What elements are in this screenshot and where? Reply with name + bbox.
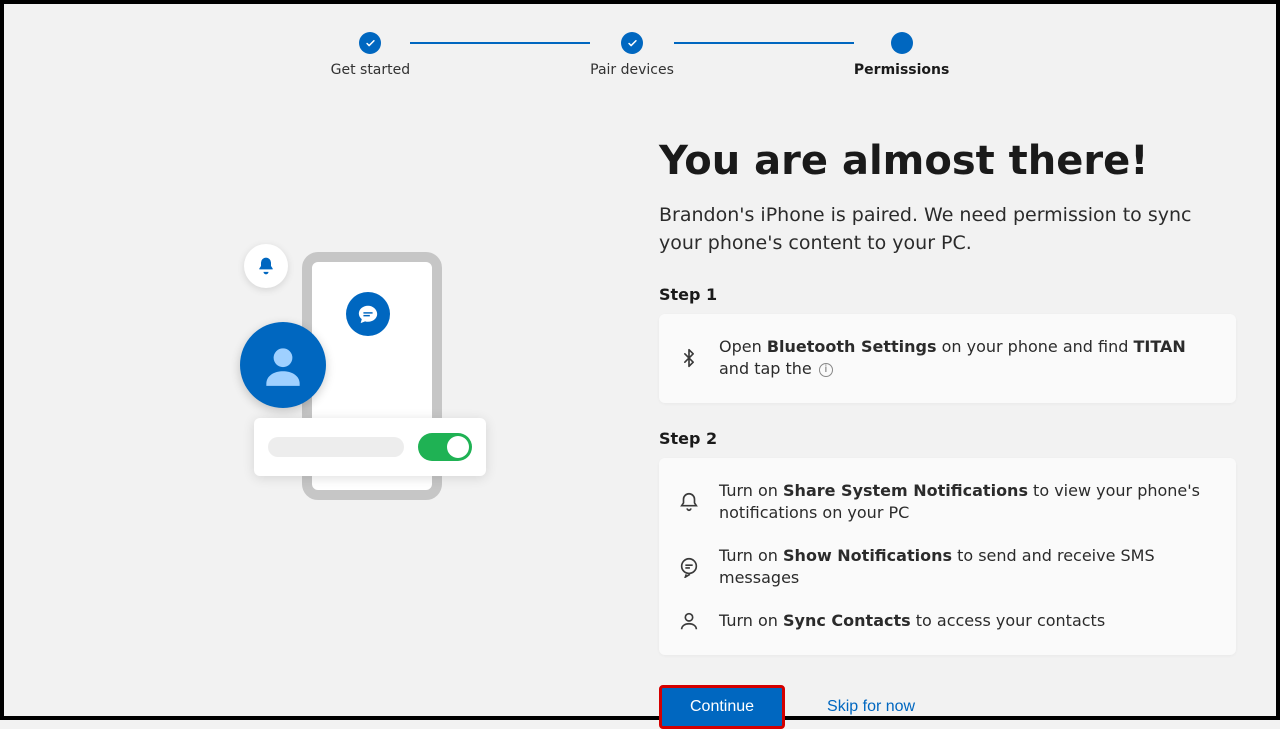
step-label: Get started [331,62,411,78]
info-icon[interactable]: i [819,363,833,377]
step1-text: Open Bluetooth Settings on your phone an… [719,336,1218,381]
message-icon [677,555,701,579]
placeholder-bar [268,437,404,457]
continue-button[interactable]: Continue [659,685,785,729]
step2-row: Turn on Show Notifications to send and r… [677,533,1218,598]
step-label: Pair devices [590,62,674,78]
step2-row: Turn on Share System Notifications to vi… [677,472,1218,533]
avatar-icon [240,322,326,408]
step2-row: Turn on Sync Contacts to access your con… [677,597,1218,641]
step-label: Permissions [854,62,949,78]
action-row: Continue Skip for now [659,685,1236,729]
step1-card: Open Bluetooth Settings on your phone an… [659,314,1236,403]
step-pair-devices: Pair devices [590,32,674,78]
step1-row: Open Bluetooth Settings on your phone an… [677,328,1218,389]
page-title: You are almost there! [659,138,1236,184]
contact-icon [677,609,701,633]
step2-row-text: Turn on Sync Contacts to access your con… [719,610,1105,632]
notification-icon [677,490,701,514]
bell-icon [244,244,288,288]
step2-card: Turn on Share System Notifications to vi… [659,458,1236,656]
check-icon [621,32,643,54]
step2-heading: Step 2 [659,429,1236,448]
chat-icon [346,292,390,336]
bluetooth-icon [677,346,701,370]
step2-row-text: Turn on Show Notifications to send and r… [719,545,1218,590]
page-subtitle: Brandon's iPhone is paired. We need perm… [659,202,1236,257]
check-icon [359,32,381,54]
step1-heading: Step 1 [659,285,1236,304]
dot-icon [891,32,913,54]
toggle-on-icon [418,433,472,461]
step2-row-text: Turn on Share System Notifications to vi… [719,480,1218,525]
step-permissions: Permissions [854,32,949,78]
stepper-connector [674,42,854,44]
phone-illustration [44,114,604,716]
toggle-card [254,418,486,476]
skip-button[interactable]: Skip for now [827,698,915,716]
step-get-started: Get started [331,32,411,78]
setup-stepper: Get started Pair devices Permissions [4,4,1276,78]
stepper-connector [410,42,590,44]
